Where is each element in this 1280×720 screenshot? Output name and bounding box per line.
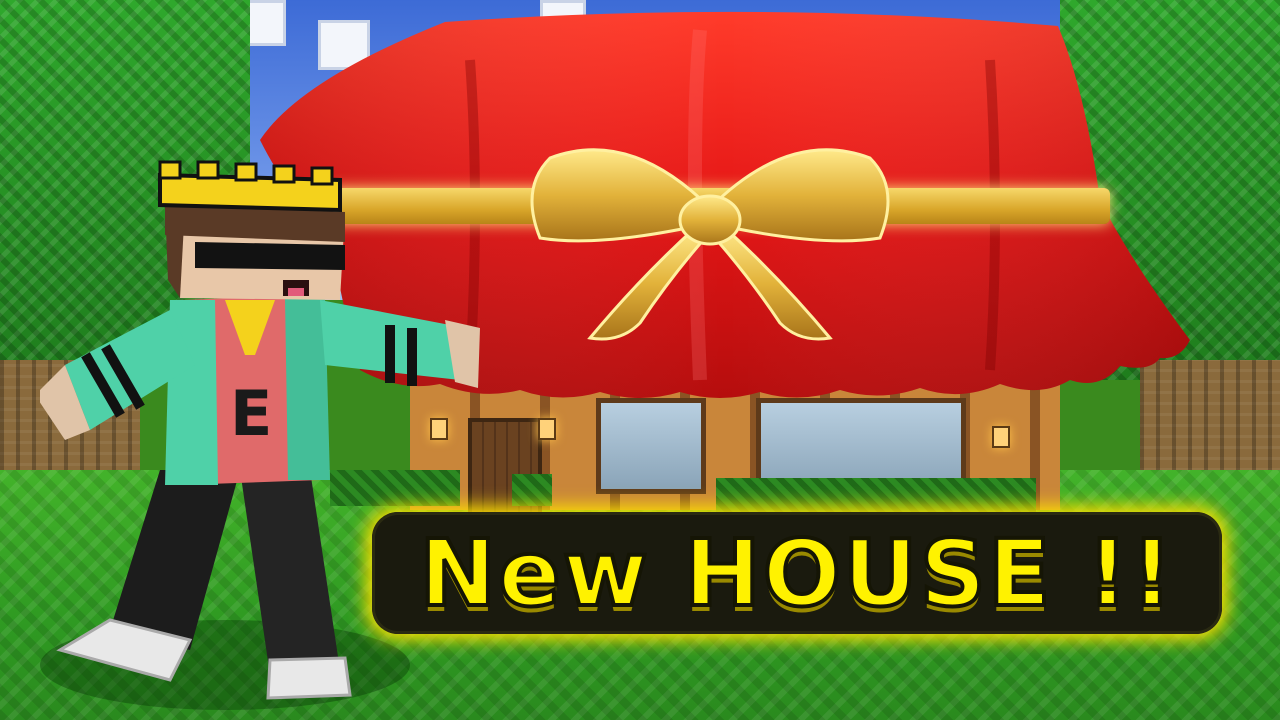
shirt-letter: E — [230, 377, 272, 450]
thumbnail-scene: E New HOUSE !! — [0, 0, 1280, 720]
gold-bow-icon — [530, 148, 890, 341]
title-banner: New HOUSE !! — [372, 512, 1222, 634]
title-text: New HOUSE !! — [417, 518, 1175, 629]
